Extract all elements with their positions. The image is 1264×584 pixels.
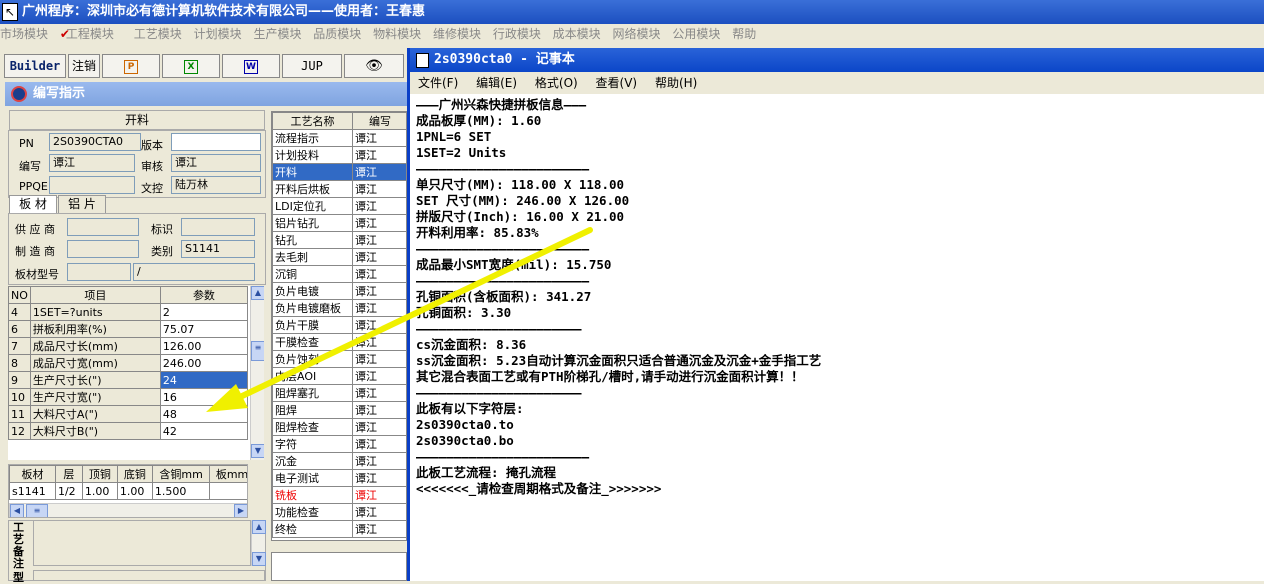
arrow-shaft — [235, 227, 593, 401]
arrow-head — [206, 384, 248, 412]
annotation-arrow — [206, 227, 593, 412]
